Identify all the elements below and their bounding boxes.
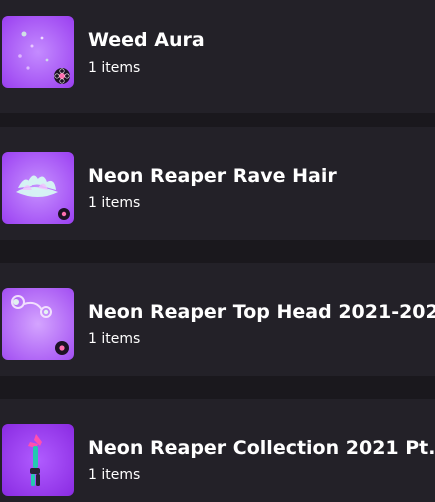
- rave-hair-thumbnail: [2, 152, 74, 224]
- item-title[interactable]: Neon Reaper Collection 2021 Pt.2: [88, 437, 435, 459]
- list-item[interactable]: Neon Reaper Top Head 2021-2022 1 items: [0, 263, 435, 376]
- item-title[interactable]: Neon Reaper Top Head 2021-2022: [88, 301, 435, 323]
- weed-aura-thumbnail: [2, 16, 74, 88]
- collection-thumbnail: [2, 424, 74, 496]
- item-count: 1 items: [88, 467, 141, 483]
- item-count: 1 items: [88, 195, 141, 211]
- item-count: 1 items: [88, 60, 141, 76]
- item-count: 1 items: [88, 331, 141, 347]
- collection-list: Weed Aura 1 items Neon Reaper Rave Hair …: [0, 0, 435, 502]
- list-item[interactable]: Weed Aura 1 items: [0, 0, 435, 113]
- list-item[interactable]: Neon Reaper Collection 2021 Pt.2 1 items: [0, 399, 435, 502]
- list-item[interactable]: Neon Reaper Rave Hair 1 items: [0, 127, 435, 240]
- item-title[interactable]: Neon Reaper Rave Hair: [88, 165, 337, 187]
- item-title[interactable]: Weed Aura: [88, 29, 205, 51]
- top-head-thumbnail: [2, 288, 74, 360]
